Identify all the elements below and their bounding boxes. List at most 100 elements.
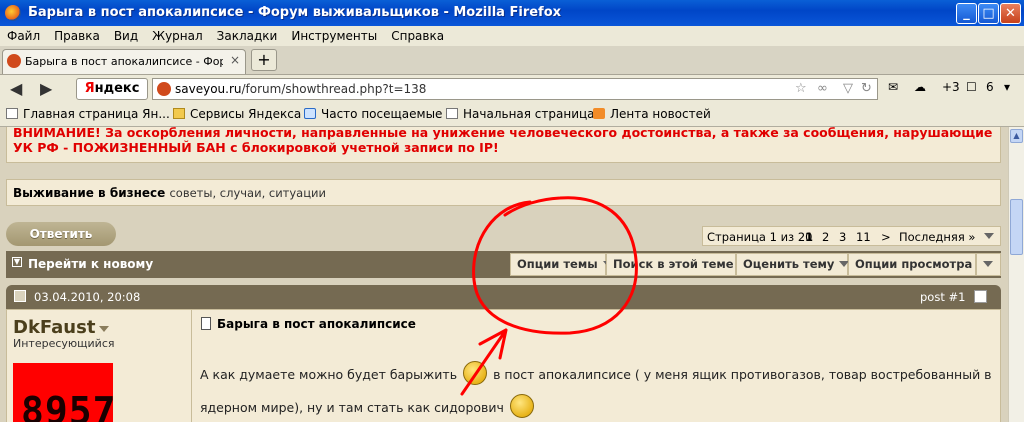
notes-counter: 6 bbox=[986, 80, 994, 94]
tab-bar: Барыга в пост апокалипсисе - Форум выж..… bbox=[0, 46, 1024, 75]
bookmark-yandex-services[interactable]: Сервисы Яндекса bbox=[173, 107, 301, 121]
page-link-2[interactable]: 2 bbox=[822, 230, 829, 244]
minimize-button[interactable]: _ bbox=[956, 3, 977, 24]
forum-section[interactable]: Выживание в бизнесе советы, случаи, ситу… bbox=[13, 186, 326, 200]
menu-bar: Файл Правка Вид Журнал Закладки Инструменты Сп… bbox=[0, 26, 1024, 46]
bookmark-news-feed[interactable]: Лента новостей bbox=[593, 107, 711, 121]
page-last-link[interactable]: Последняя » bbox=[899, 230, 975, 244]
rss-icon bbox=[593, 108, 605, 119]
window-title: Барыга в пост апокалипсисе - Форум выжив… bbox=[28, 5, 562, 20]
reload-icon[interactable]: ↻ bbox=[861, 81, 872, 96]
yandex-search-button[interactable]: Яндекс bbox=[76, 78, 148, 100]
bookmark-star-icon[interactable]: ☆ bbox=[795, 81, 807, 96]
arrow-down-icon: ▼ bbox=[12, 257, 22, 267]
weather-icon[interactable]: ☁ bbox=[914, 80, 926, 94]
option-label: Поиск в этой теме bbox=[613, 257, 734, 271]
goto-new-label: Перейти к новому bbox=[28, 257, 154, 271]
search-icon bbox=[304, 108, 316, 119]
post-date: 03.04.2010, 20:08 bbox=[34, 290, 141, 304]
post-number-link[interactable]: post #1 bbox=[920, 290, 965, 304]
page-next-link[interactable]: > bbox=[881, 230, 891, 244]
smiley-icon bbox=[509, 394, 534, 418]
scroll-thumb[interactable] bbox=[1010, 199, 1023, 255]
thread-toolbar: ▼ Перейти к новому Опции темы Поиск в эт… bbox=[6, 251, 1001, 278]
username-link[interactable]: DkFaust bbox=[13, 317, 110, 338]
chevron-down-icon bbox=[983, 261, 993, 267]
forum-section-description: советы, случаи, ситуации bbox=[169, 186, 326, 200]
bookmark-label: Лента новостей bbox=[610, 107, 711, 121]
page-link-11[interactable]: 11 bbox=[856, 230, 871, 244]
pagination: Страница 1 из 20 1 2 3 11 > Последняя » bbox=[702, 226, 1001, 246]
forward-button[interactable]: ▶ bbox=[40, 79, 52, 98]
url-host: saveyou.ru bbox=[175, 82, 242, 96]
page-icon bbox=[6, 108, 18, 119]
tab-active[interactable]: Барыга в пост апокалипсисе - Форум выж..… bbox=[2, 49, 246, 74]
scroll-up-button[interactable]: ▲ bbox=[1010, 129, 1023, 143]
bookmarks-toolbar: Главная страница Ян... Сервисы Яндекса Ч… bbox=[0, 104, 1024, 127]
site-favicon-icon bbox=[7, 54, 21, 68]
menu-view[interactable]: Вид bbox=[107, 26, 145, 46]
menu-tools[interactable]: Инструменты bbox=[284, 26, 384, 46]
page-current: 1 bbox=[805, 230, 814, 244]
post-header: 03.04.2010, 20:08 post #1 bbox=[6, 285, 1001, 309]
yandex-logo-rest: ндекс bbox=[94, 81, 140, 96]
option-label: Опции просмотра bbox=[855, 257, 973, 271]
menu-chevron-icon[interactable]: ▾ bbox=[1004, 80, 1010, 94]
menu-bookmarks[interactable]: Закладки bbox=[210, 26, 285, 46]
search-thread-menu[interactable]: Поиск в этой теме bbox=[606, 253, 749, 276]
goto-new-post[interactable]: ▼ Перейти к новому bbox=[6, 251, 482, 278]
bookmark-label: Сервисы Яндекса bbox=[190, 107, 302, 121]
rate-thread-menu[interactable]: Оценить тему bbox=[736, 253, 850, 276]
thread-options-menu[interactable]: Опции темы bbox=[510, 253, 613, 276]
bookmark-most-visited[interactable]: Часто посещаемые bbox=[304, 107, 442, 121]
user-title: Интересующийся bbox=[13, 337, 115, 350]
reply-button[interactable]: Ответить bbox=[6, 222, 116, 246]
document-icon bbox=[201, 317, 211, 330]
menu-edit[interactable]: Правка bbox=[47, 26, 107, 46]
bookmark-start-page[interactable]: Начальная страница bbox=[446, 107, 595, 121]
option-label: Опции темы bbox=[517, 257, 598, 271]
avatar[interactable]: 8957 bbox=[13, 363, 116, 422]
menu-history[interactable]: Журнал bbox=[145, 26, 210, 46]
back-button[interactable]: ◀ bbox=[10, 79, 22, 98]
window-titlebar: Барыга в пост апокалипсисе - Форум выжив… bbox=[0, 0, 1024, 26]
vertical-scrollbar[interactable]: ▲ bbox=[1008, 127, 1024, 422]
smiley-icon bbox=[463, 361, 488, 385]
tab-label: Барыга в пост апокалипсисе - Форум выж..… bbox=[25, 55, 223, 68]
firefox-icon bbox=[5, 5, 21, 21]
page-link-3[interactable]: 3 bbox=[839, 230, 846, 244]
more-options-menu[interactable] bbox=[976, 253, 1001, 276]
forum-section-box: Выживание в бизнесе советы, случаи, ситу… bbox=[6, 179, 1001, 206]
post-select-checkbox[interactable] bbox=[974, 290, 987, 303]
weather-temperature: +3 bbox=[942, 80, 960, 94]
site-identity-icon bbox=[157, 82, 171, 96]
post-title-text: Барыга в пост апокалипсисе bbox=[217, 317, 416, 331]
notes-icon[interactable]: ☐ bbox=[966, 80, 977, 94]
url-input[interactable]: saveyou.ru/forum/showthread.php?t=138 ☆ … bbox=[152, 78, 878, 100]
menu-file[interactable]: Файл bbox=[0, 26, 47, 46]
page-icon bbox=[446, 108, 458, 119]
user-menu-chevron-icon[interactable] bbox=[99, 326, 110, 332]
maximize-button[interactable]: □ bbox=[978, 3, 999, 24]
post-text-part1: А как думаете можно будет барыжить bbox=[200, 367, 458, 382]
bookmark-yandex-home[interactable]: Главная страница Ян... bbox=[6, 107, 170, 121]
post-body: DkFaust Интересующийся 8957 Барыга в пос… bbox=[6, 309, 1001, 422]
menu-help[interactable]: Справка bbox=[384, 26, 451, 46]
view-options-menu[interactable]: Опции просмотра bbox=[848, 253, 988, 276]
tab-close-icon[interactable]: × bbox=[230, 53, 240, 67]
new-tab-button[interactable]: + bbox=[251, 49, 277, 71]
close-button[interactable]: ✕ bbox=[1000, 3, 1021, 24]
forum-section-name[interactable]: Выживание в бизнесе bbox=[13, 186, 165, 200]
username[interactable]: DkFaust bbox=[13, 317, 95, 338]
post-title: Барыга в пост апокалипсисе bbox=[201, 317, 416, 331]
glasses-icon[interactable]: ∞ bbox=[817, 81, 828, 96]
dropdown-chevron-icon[interactable]: ▽ bbox=[843, 81, 853, 96]
post-text: А как думаете можно будет барыжить в пост… bbox=[200, 358, 992, 422]
option-label: Оценить тему bbox=[743, 257, 835, 271]
mail-icon[interactable]: ✉ bbox=[888, 80, 898, 94]
url-path: /forum/showthread.php?t=138 bbox=[241, 82, 427, 96]
url-text: saveyou.ru/forum/showthread.php?t=138 bbox=[175, 82, 426, 96]
bookmark-label: Главная страница Ян... bbox=[23, 107, 170, 121]
bookmark-label: Часто посещаемые bbox=[321, 107, 443, 121]
forum-warning-box: ВНИМАНИЕ! За оскорбления личности, напра… bbox=[6, 127, 1001, 163]
